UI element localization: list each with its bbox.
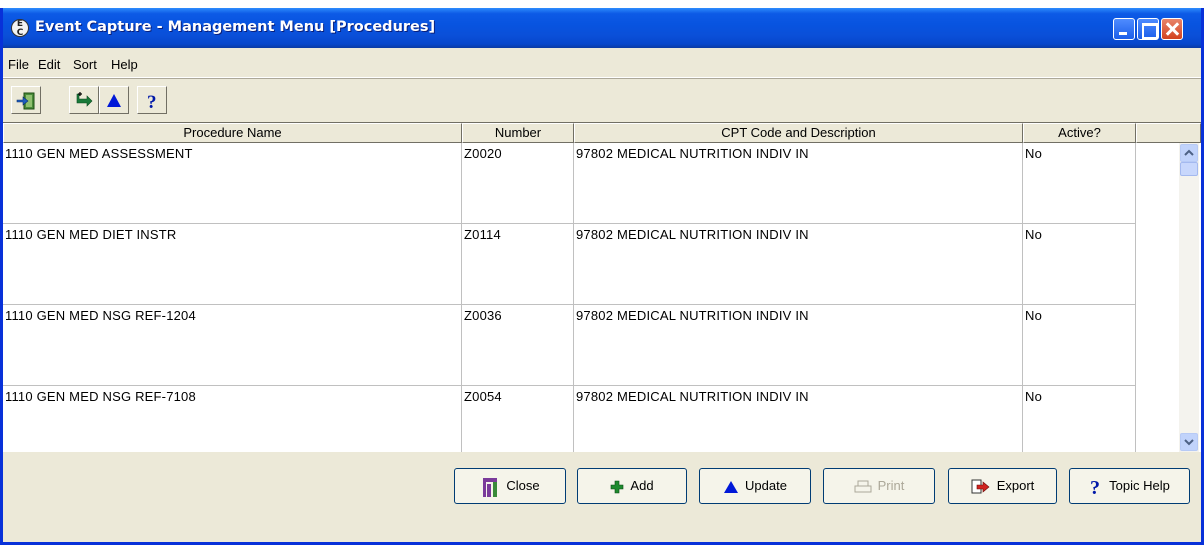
close-window-button[interactable] (1161, 18, 1183, 40)
cell-active: No (1023, 305, 1136, 386)
printer-icon (854, 480, 872, 493)
minimize-button[interactable] (1113, 18, 1135, 40)
column-header-number[interactable]: Number (462, 123, 574, 143)
procedures-grid: Procedure Name Number CPT Code and Descr… (3, 122, 1201, 453)
topic-help-button-label: Topic Help (1109, 478, 1170, 493)
event-capture-app-icon: EC (11, 19, 29, 37)
close-button-label: Close (506, 478, 540, 493)
triangle-up-icon (724, 480, 739, 493)
print-button-label: Print (877, 478, 905, 493)
cell-procedure-name: 1110 GEN MED ASSESSMENT (3, 143, 462, 224)
add-button[interactable]: Add (577, 468, 687, 504)
cell-number: Z0036 (462, 305, 574, 386)
cell-procedure-name: 1110 GEN MED NSG REF-7108 (3, 386, 462, 453)
vertical-scrollbar[interactable] (1179, 143, 1199, 453)
column-header-active[interactable]: Active? (1023, 123, 1136, 143)
cell-number: Z0114 (462, 224, 574, 305)
cell-cpt: 97802 MEDICAL NUTRITION INDIV IN (574, 224, 1023, 305)
menu-help[interactable]: Help (111, 57, 138, 72)
update-button-label: Update (745, 478, 787, 493)
column-header-cpt[interactable]: CPT Code and Description (574, 123, 1023, 143)
column-header-filler (1136, 123, 1201, 143)
cell-active: No (1023, 386, 1136, 453)
cell-active: No (1023, 143, 1136, 224)
toolbar-help-button[interactable]: ? (137, 86, 167, 114)
cell-cpt: 97802 MEDICAL NUTRITION INDIV IN (574, 305, 1023, 386)
cell-cpt: 97802 MEDICAL NUTRITION INDIV IN (574, 143, 1023, 224)
help-question-icon: ? (147, 92, 157, 111)
menu-edit[interactable]: Edit (38, 57, 60, 72)
close-button[interactable]: Close (454, 468, 566, 504)
scroll-down-button[interactable] (1180, 433, 1198, 451)
button-bar: Close Add Update Print Export ? Topic He… (3, 452, 1201, 542)
menu-bar: File Edit Sort Help (3, 48, 1201, 78)
client-area: File Edit Sort Help ? Procedure Name Num… (3, 48, 1201, 542)
chevron-down-icon (1184, 439, 1194, 446)
toolbar-exit-button[interactable] (11, 86, 41, 114)
menu-sort[interactable]: Sort (73, 57, 97, 72)
app-window: EC Event Capture - Management Menu [Proc… (0, 8, 1204, 545)
maximize-button[interactable] (1137, 18, 1159, 40)
svg-text:?: ? (1090, 477, 1100, 497)
cell-number: Z0054 (462, 386, 574, 453)
table-row[interactable]: 1110 GEN MED NSG REF-1204 Z0036 97802 ME… (3, 305, 1136, 386)
help-question-icon: ? (1090, 477, 1100, 497)
toolbar-sort-button[interactable] (69, 86, 99, 114)
toolbar-up-button[interactable] (99, 86, 129, 114)
chevron-up-icon (1184, 149, 1194, 156)
grid-header: Procedure Name Number CPT Code and Descr… (3, 123, 1201, 143)
exit-door-icon (16, 92, 35, 110)
sort-arrow-icon (76, 92, 93, 107)
add-button-label: Add (630, 478, 654, 493)
cell-procedure-name: 1110 GEN MED DIET INSTR (3, 224, 462, 305)
cell-cpt: 97802 MEDICAL NUTRITION INDIV IN (574, 386, 1023, 453)
table-row[interactable]: 1110 GEN MED NSG REF-7108 Z0054 97802 ME… (3, 386, 1136, 453)
column-header-procedure-name[interactable]: Procedure Name (3, 123, 462, 143)
scroll-thumb[interactable] (1180, 162, 1198, 176)
window-title: Event Capture - Management Menu [Procedu… (35, 19, 436, 35)
print-button[interactable]: Print (823, 468, 935, 504)
cell-active: No (1023, 224, 1136, 305)
cell-procedure-name: 1110 GEN MED NSG REF-1204 (3, 305, 462, 386)
cell-number: Z0020 (462, 143, 574, 224)
close-door-icon (483, 477, 498, 497)
triangle-up-icon (107, 94, 121, 107)
table-row[interactable]: 1110 GEN MED ASSESSMENT Z0020 97802 MEDI… (3, 143, 1136, 224)
toolbar: ? (3, 78, 1201, 122)
title-bar[interactable]: EC Event Capture - Management Menu [Proc… (3, 8, 1201, 48)
table-row[interactable]: 1110 GEN MED DIET INSTR Z0114 97802 MEDI… (3, 224, 1136, 305)
update-button[interactable]: Update (699, 468, 811, 504)
topic-help-button[interactable]: ? Topic Help (1069, 468, 1190, 504)
scroll-up-button[interactable] (1180, 144, 1198, 162)
export-button-label: Export (996, 478, 1035, 493)
document-background-strip (0, 0, 1204, 8)
export-button[interactable]: Export (948, 468, 1057, 504)
plus-icon (611, 480, 624, 493)
menu-file[interactable]: File (8, 57, 29, 72)
export-arrow-icon (971, 479, 990, 494)
svg-text:?: ? (147, 92, 157, 111)
